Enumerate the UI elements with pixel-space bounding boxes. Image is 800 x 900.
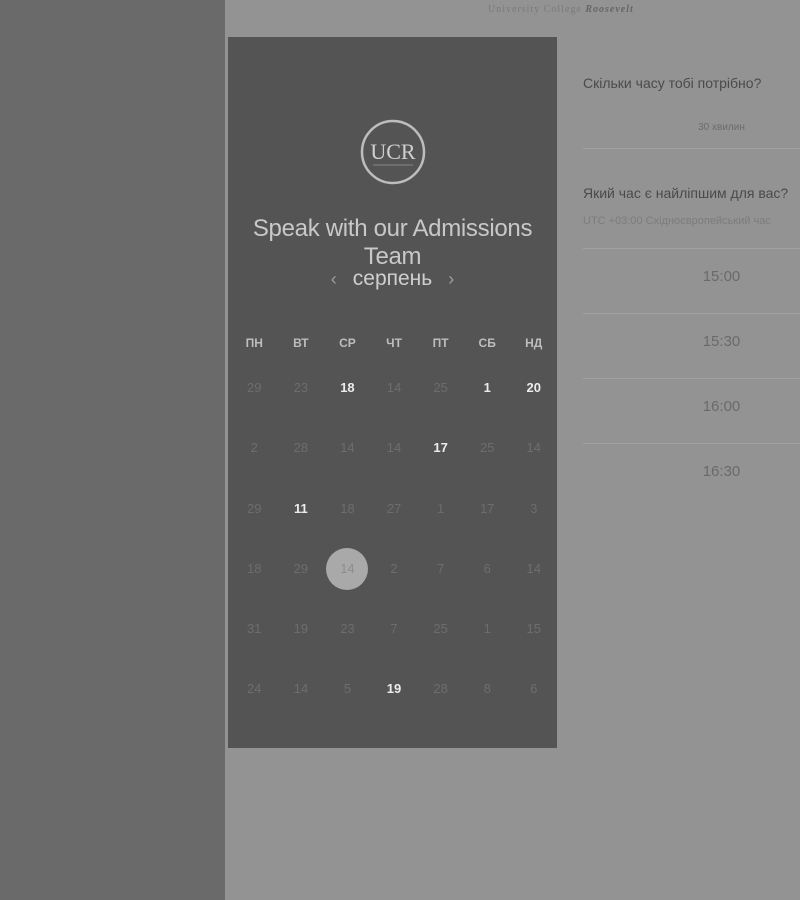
divider <box>583 443 800 444</box>
time-slot[interactable]: 15:00 <box>583 268 800 285</box>
next-month-button[interactable]: › <box>448 270 454 288</box>
calendar-day[interactable]: 29 <box>231 488 278 530</box>
divider <box>583 148 800 149</box>
calendar-week: 24 14 5 19 28 8 6 <box>231 668 557 728</box>
calendar-day[interactable]: 1 <box>464 367 511 409</box>
calendar-day[interactable]: 6 <box>464 548 511 590</box>
prev-month-button[interactable]: ‹ <box>331 270 337 288</box>
ucr-logo: UCR <box>359 108 427 196</box>
brand-prefix: University College <box>488 4 582 15</box>
calendar-day[interactable]: 25 <box>417 608 464 650</box>
calendar-day[interactable]: 23 <box>278 367 325 409</box>
calendar-day[interactable]: 7 <box>417 548 464 590</box>
selected-day[interactable]: 14 <box>324 547 371 590</box>
calendar-day[interactable]: 20 <box>510 367 557 409</box>
calendar-week: 29 11 18 27 1 17 3 <box>231 488 557 548</box>
calendar-day[interactable]: 23 <box>324 608 371 650</box>
calendar-day[interactable]: 11 <box>278 488 325 530</box>
calendar-day[interactable]: 3 <box>510 488 557 530</box>
calendar-day[interactable]: 14 <box>510 548 557 590</box>
divider <box>583 378 800 379</box>
calendar-day[interactable]: 5 <box>324 668 371 710</box>
calendar-day[interactable]: 14 <box>324 427 371 469</box>
weekday-header: ПН ВТ СР ЧТ ПТ СБ НД <box>231 333 557 353</box>
calendar-day[interactable]: 1 <box>417 488 464 530</box>
calendar-day[interactable]: 31 <box>231 608 278 650</box>
weekday-label: ЧТ <box>386 336 402 350</box>
panel-headline: Speak with our Admissions Team <box>252 215 533 270</box>
duration-option[interactable]: 30 хвилин <box>583 122 800 133</box>
timezone-label[interactable]: UTC +03:00 Східноєвропейський час <box>583 215 771 227</box>
calendar-day[interactable]: 18 <box>324 488 371 530</box>
time-slot[interactable]: 16:00 <box>583 398 800 415</box>
time-question: Який час є найліпшим для вас? <box>583 185 789 201</box>
weekday-label: НД <box>525 336 543 350</box>
calendar-day[interactable]: 2 <box>231 427 278 469</box>
calendar-day[interactable]: 1 <box>464 608 511 650</box>
time-slot[interactable]: 15:30 <box>583 333 800 350</box>
time-selection: Скільки часу тобі потрібно? 30 хвилин Як… <box>583 0 800 900</box>
weekday-label: ПТ <box>432 336 449 350</box>
calendar-day[interactable]: 6 <box>510 668 557 710</box>
calendar-week: 29 23 18 14 25 1 20 <box>231 367 557 427</box>
calendar-day[interactable]: 8 <box>464 668 511 710</box>
calendar-day[interactable]: 25 <box>464 427 511 469</box>
weekday-label: СР <box>339 336 356 350</box>
logo-text: UCR <box>370 139 416 164</box>
calendar-week: 18 29 14 2 7 6 14 <box>231 547 557 608</box>
calendar-day[interactable]: 14 <box>510 427 557 469</box>
calendar-day[interactable]: 28 <box>278 427 325 469</box>
divider <box>583 248 800 249</box>
calendar-day[interactable]: 27 <box>371 488 418 530</box>
calendar-day[interactable]: 2 <box>371 548 418 590</box>
calendar-grid: ПН ВТ СР ЧТ ПТ СБ НД 29 23 18 14 25 1 20 2 28 14 14 17 25 1… <box>231 333 557 729</box>
calendar-day[interactable]: 7 <box>371 608 418 650</box>
month-navigation: ‹ серпень › <box>228 267 557 291</box>
duration-question: Скільки часу тобі потрібно? <box>583 75 762 91</box>
calendar-panel: UCR Speak with our Admissions Team ‹ сер… <box>228 37 557 748</box>
left-overlay <box>0 0 225 900</box>
calendar-day[interactable]: 17 <box>417 427 464 469</box>
calendar-day[interactable]: 14 <box>371 427 418 469</box>
calendar-day[interactable]: 14 <box>371 367 418 409</box>
calendar-day[interactable]: 17 <box>464 488 511 530</box>
calendar-day[interactable]: 18 <box>231 548 278 590</box>
divider <box>583 313 800 314</box>
calendar-day[interactable]: 29 <box>278 548 325 590</box>
month-label: серпень <box>352 267 433 290</box>
calendar-day[interactable]: 14 <box>278 668 325 710</box>
calendar-day[interactable]: 25 <box>417 367 464 409</box>
weekday-label: ВТ <box>293 336 309 350</box>
calendar-day[interactable]: 28 <box>417 668 464 710</box>
time-slot[interactable]: 16:30 <box>583 463 800 480</box>
calendar-day[interactable]: 29 <box>231 367 278 409</box>
calendar-day[interactable]: 15 <box>510 608 557 650</box>
weekday-label: СБ <box>478 336 496 350</box>
calendar-week: 2 28 14 14 17 25 14 <box>231 427 557 487</box>
weekday-label: ПН <box>245 336 263 350</box>
calendar-week: 31 19 23 7 25 1 15 <box>231 608 557 668</box>
calendar-day[interactable]: 24 <box>231 668 278 710</box>
calendar-day[interactable]: 18 <box>324 367 371 409</box>
calendar-weeks: 29 23 18 14 25 1 20 2 28 14 14 17 25 14 29 11 18 27 1 17 3 18… <box>231 367 557 729</box>
calendar-day[interactable]: 19 <box>278 608 325 650</box>
calendar-day[interactable]: 19 <box>371 668 418 710</box>
